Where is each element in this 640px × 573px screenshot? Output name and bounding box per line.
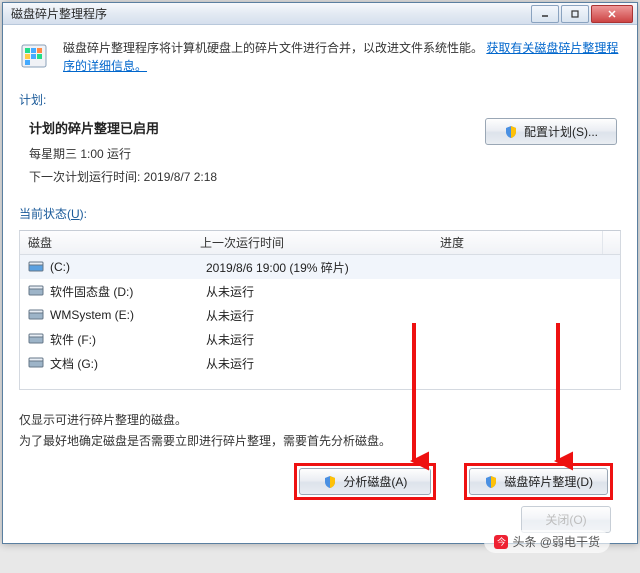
info-text: 磁盘碎片整理程序将计算机硬盘上的碎片文件进行合并，以改进文件系统性能。 获取有关… [63, 39, 621, 75]
analyze-disk-button[interactable]: 分析磁盘(A) [299, 468, 431, 495]
header-progress[interactable]: 进度 [440, 234, 602, 251]
disk-row[interactable]: WMSystem (E:)从未运行 [20, 303, 620, 327]
info-banner: 磁盘碎片整理程序将计算机硬盘上的碎片文件进行合并，以改进文件系统性能。 获取有关… [19, 37, 621, 87]
disk-name: WMSystem (E:) [50, 308, 206, 322]
analyze-label: 分析磁盘(A) [343, 473, 407, 490]
watermark: 今 头条 @弱电干货 [484, 530, 610, 553]
disk-list: 磁盘 上一次运行时间 进度 (C:)2019/8/6 19:00 (19% 碎片… [19, 230, 621, 390]
titlebar: 磁盘碎片整理程序 [3, 3, 637, 25]
schedule-time: 每星期三 1:00 运行 [29, 145, 485, 162]
disk-list-header: 磁盘 上一次运行时间 进度 [20, 231, 620, 255]
close-dialog-button[interactable]: 关闭(O) [521, 506, 611, 533]
schedule-section-label: 计划: [19, 91, 621, 108]
disk-last-run: 从未运行 [206, 283, 446, 300]
close-button[interactable] [591, 5, 633, 23]
disk-last-run: 从未运行 [206, 355, 446, 372]
defrag-disk-button[interactable]: 磁盘碎片整理(D) [469, 468, 608, 495]
window-content: 磁盘碎片整理程序将计算机硬盘上的碎片文件进行合并，以改进文件系统性能。 获取有关… [3, 25, 637, 543]
footer: 关闭(O) [19, 500, 621, 533]
disk-name: 软件 (F:) [50, 331, 206, 348]
action-buttons: 分析磁盘(A) 磁盘碎片整理(D) [19, 463, 621, 500]
header-disk[interactable]: 磁盘 [20, 234, 200, 251]
shield-icon [504, 125, 518, 139]
minimize-button[interactable] [531, 5, 559, 23]
disk-last-run: 2019/8/6 19:00 (19% 碎片) [206, 259, 446, 276]
status-section-label: 当前状态(U): [19, 205, 621, 222]
configure-schedule-button[interactable]: 配置计划(S)... [485, 118, 617, 145]
schedule-panel: 计划的碎片整理已启用 每星期三 1:00 运行 下一次计划运行时间: 2019/… [19, 114, 621, 191]
highlight-analyze: 分析磁盘(A) [294, 463, 436, 500]
hint-line2: 为了最好地确定磁盘是否需要立即进行碎片整理，需要首先分析磁盘。 [19, 431, 621, 451]
drive-icon [28, 333, 44, 345]
hint-text: 仅显示可进行碎片整理的磁盘。 为了最好地确定磁盘是否需要立即进行碎片整理，需要首… [19, 410, 621, 451]
schedule-next: 下一次计划运行时间: 2019/8/7 2:18 [29, 168, 485, 185]
disk-name: 文档 (G:) [50, 355, 206, 372]
watermark-text: 头条 @弱电干货 [512, 533, 600, 550]
window-title: 磁盘碎片整理程序 [11, 5, 531, 22]
defrag-program-icon [19, 39, 53, 73]
disk-row[interactable]: 软件 (F:)从未运行 [20, 327, 620, 351]
disk-name: 软件固态盘 (D:) [50, 283, 206, 300]
header-last[interactable]: 上一次运行时间 [200, 234, 440, 251]
shield-icon [484, 475, 498, 489]
window-controls [531, 5, 633, 23]
drive-icon [28, 357, 44, 369]
disk-row[interactable]: 文档 (G:)从未运行 [20, 351, 620, 375]
drive-icon [28, 309, 44, 321]
drive-icon [28, 261, 44, 273]
defrag-window: 磁盘碎片整理程序 [2, 2, 638, 544]
disk-last-run: 从未运行 [206, 307, 446, 324]
disk-name: (C:) [50, 260, 206, 274]
watermark-logo-icon: 今 [494, 535, 508, 549]
drive-icon [28, 285, 44, 297]
highlight-defrag: 磁盘碎片整理(D) [464, 463, 613, 500]
configure-schedule-label: 配置计划(S)... [524, 123, 598, 140]
header-spacer [602, 231, 620, 254]
info-description: 磁盘碎片整理程序将计算机硬盘上的碎片文件进行合并，以改进文件系统性能。 [63, 41, 483, 55]
disk-last-run: 从未运行 [206, 331, 446, 348]
schedule-title: 计划的碎片整理已启用 [29, 118, 485, 137]
shield-icon [323, 475, 337, 489]
disk-row[interactable]: (C:)2019/8/6 19:00 (19% 碎片) [20, 255, 620, 279]
disk-row[interactable]: 软件固态盘 (D:)从未运行 [20, 279, 620, 303]
defrag-label: 磁盘碎片整理(D) [504, 473, 593, 490]
hint-line1: 仅显示可进行碎片整理的磁盘。 [19, 410, 621, 430]
maximize-button[interactable] [561, 5, 589, 23]
